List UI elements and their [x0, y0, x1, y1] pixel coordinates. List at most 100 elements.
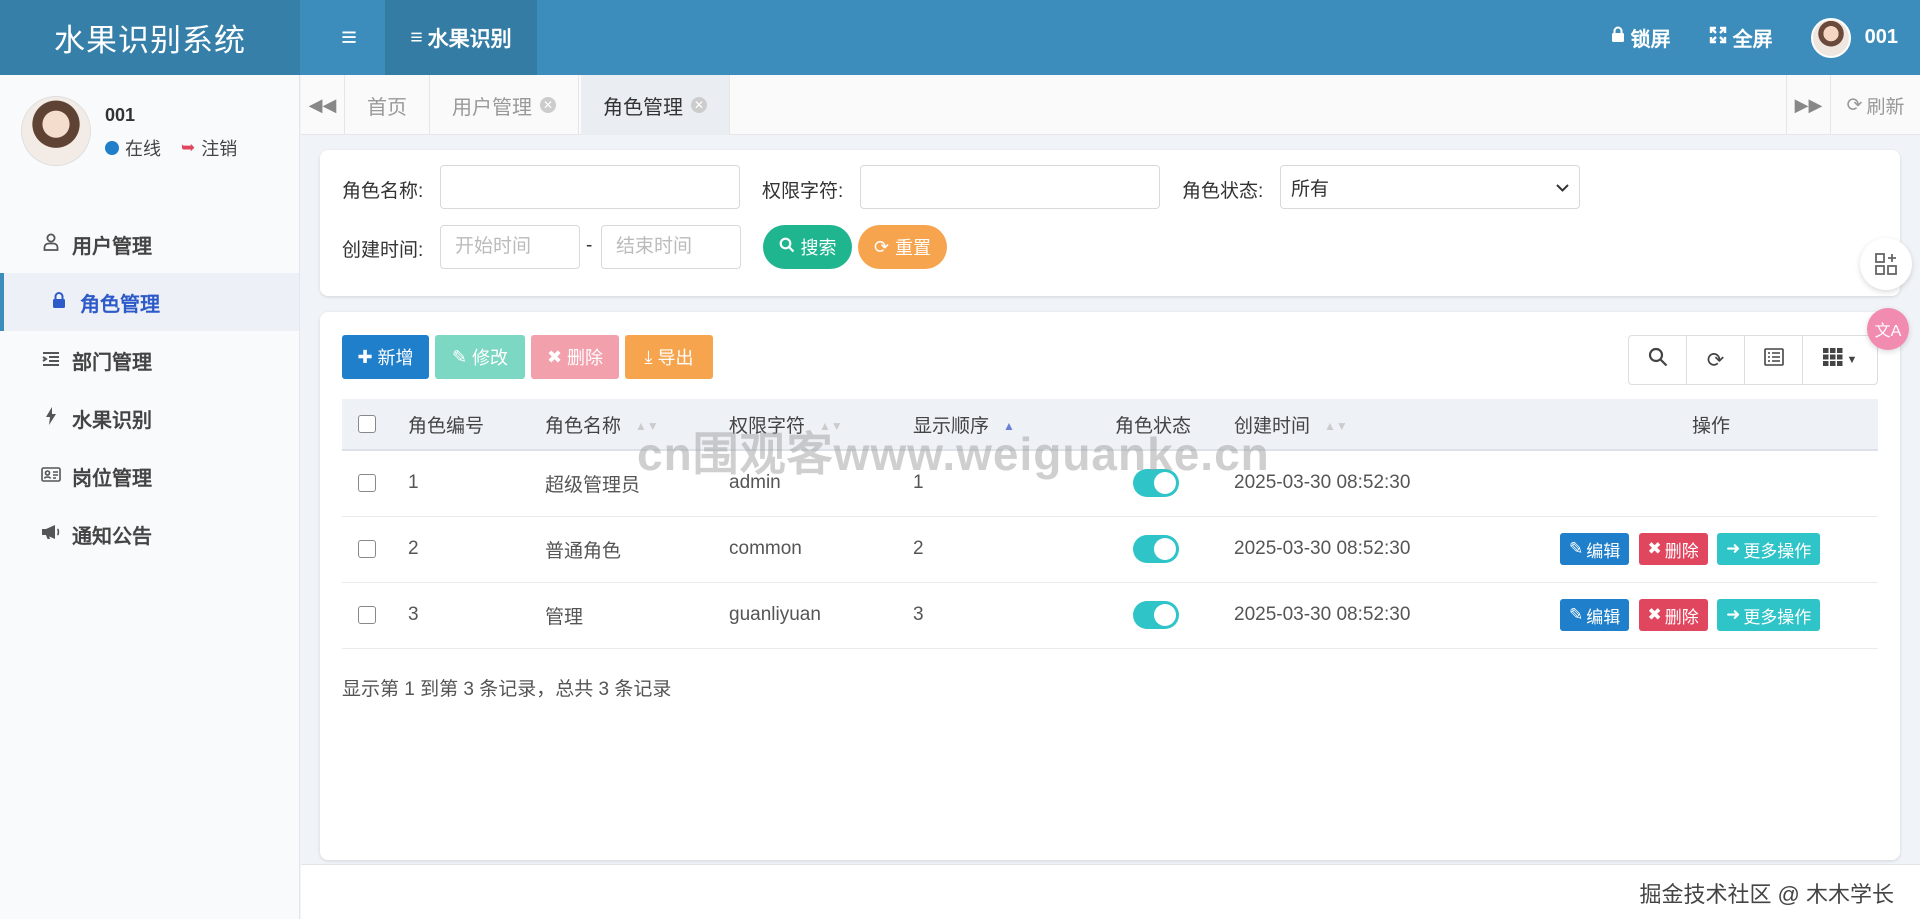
- select-all-checkbox[interactable]: [358, 414, 376, 433]
- col-label: 创建时间: [1234, 415, 1311, 437]
- row-select-cell: [342, 450, 408, 517]
- row-checkbox[interactable]: [358, 539, 376, 558]
- cell-actions: [1544, 450, 1878, 517]
- col-order[interactable]: 显示顺序 ▲: [913, 399, 1115, 451]
- end-time-input[interactable]: [601, 225, 741, 269]
- topnav-fruit-recognition[interactable]: ≡ 水果识别: [385, 0, 537, 75]
- lock-screen-button[interactable]: 锁屏: [1611, 23, 1671, 52]
- menu-toggle-icon[interactable]: ≡: [318, 0, 380, 75]
- sidebar-user-name: 001: [105, 105, 136, 125]
- bolt-icon: [40, 406, 62, 430]
- row-checkbox[interactable]: [358, 474, 376, 493]
- user-menu[interactable]: 001: [1810, 17, 1898, 58]
- start-time-input[interactable]: [440, 225, 580, 269]
- sidebar-item-fruit[interactable]: 水果识别: [0, 389, 299, 447]
- toggle-view-button[interactable]: [1745, 336, 1803, 384]
- tab-scroll-left-icon[interactable]: ◀◀: [301, 75, 345, 135]
- table-tools: ⟳ ▼: [1628, 335, 1878, 385]
- row-more-button[interactable]: ➜ 更多操作: [1717, 533, 1821, 565]
- cell-role-id: 2: [408, 516, 545, 583]
- tab-scroll-right-icon[interactable]: ▶▶: [1786, 75, 1830, 135]
- sidebar-item-label: 用户管理: [72, 235, 152, 258]
- online-dot-icon: [105, 141, 119, 155]
- top-header: 水果识别系统 ≡ ≡ 水果识别 锁屏 全屏 001: [0, 0, 1920, 75]
- sidebar-item-label: 部门管理: [72, 351, 152, 374]
- table-header-row: 角色编号 角色名称 ▲▼ 权限字符 ▲▼ 显示顺序 ▲ 角色状态 创建时间 ▲▼ 操作: [342, 399, 1878, 451]
- search-button[interactable]: 搜索: [763, 225, 852, 269]
- col-status[interactable]: 角色状态: [1115, 399, 1234, 451]
- select-all-cell: [342, 399, 408, 451]
- lock-icon: [1611, 26, 1625, 49]
- search-toggle-button[interactable]: [1629, 336, 1687, 384]
- row-more-label: 更多操作: [1743, 607, 1812, 627]
- status-toggle[interactable]: [1133, 469, 1179, 498]
- list-alt-icon: [1763, 348, 1784, 372]
- plus-icon: ✚: [357, 346, 373, 367]
- fullscreen-button[interactable]: 全屏: [1709, 23, 1773, 52]
- roles-table: 角色编号 角色名称 ▲▼ 权限字符 ▲▼ 显示顺序 ▲ 角色状态 创建时间 ▲▼ 操作 …: [342, 399, 1878, 649]
- cell-status: [1115, 516, 1234, 583]
- role-name-input[interactable]: [440, 165, 740, 209]
- logout-icon[interactable]: ➥: [181, 138, 195, 158]
- delete-button[interactable]: ✖ 删除: [531, 335, 619, 379]
- status-select[interactable]: 所有: [1280, 165, 1580, 209]
- sidebar-item-posts[interactable]: 岗位管理: [0, 447, 299, 505]
- header-actions: 锁屏 全屏 001: [1611, 0, 1920, 75]
- sidebar-item-departments[interactable]: 部门管理: [0, 331, 299, 389]
- col-role-id[interactable]: 角色编号: [408, 399, 545, 451]
- sidebar-item-notices[interactable]: 通知公告: [0, 505, 299, 563]
- cell-role-name: 超级管理员: [545, 450, 729, 517]
- download-icon: ⤓: [644, 346, 653, 367]
- megaphone-icon: [40, 524, 62, 545]
- footer: 掘金技术社区 @ 木木学长: [301, 864, 1920, 919]
- sidebar-item-roles[interactable]: 角色管理: [0, 273, 299, 331]
- refresh-table-button[interactable]: ⟳: [1687, 336, 1745, 384]
- footer-credit: 掘金技术社区 @ 木木学长: [1639, 882, 1894, 907]
- row-more-button[interactable]: ➜ 更多操作: [1717, 599, 1821, 631]
- export-button[interactable]: ⤓ 导出: [625, 335, 713, 379]
- reset-button[interactable]: ⟳ 重置: [858, 225, 947, 269]
- sidebar-item-label: 通知公告: [72, 525, 152, 548]
- tab-home[interactable]: 首页: [345, 75, 430, 135]
- sidebar-item-users[interactable]: 用户管理: [0, 215, 299, 273]
- table-row: 1 超级管理员 admin 1 2025-03-30 08:52:30: [342, 450, 1878, 517]
- col-role-name[interactable]: 角色名称 ▲▼: [545, 399, 729, 451]
- table-row: 2 普通角色 common 2 2025-03-30 08:52:30 ✎ 编辑 …: [342, 516, 1878, 583]
- tab-users[interactable]: 用户管理 ✕: [430, 75, 579, 135]
- translate-widget-icon[interactable]: 文A: [1867, 308, 1909, 350]
- tab-roles[interactable]: 角色管理 ✕: [581, 75, 730, 135]
- cell-actions: ✎ 编辑 ✖ 删除 ➜ 更多操作: [1544, 582, 1878, 649]
- col-created[interactable]: 创建时间 ▲▼: [1234, 399, 1544, 451]
- list-indent-icon: [40, 350, 62, 371]
- row-checkbox[interactable]: [358, 605, 376, 624]
- row-edit-button[interactable]: ✎ 编辑: [1560, 599, 1630, 631]
- row-edit-button[interactable]: ✎ 编辑: [1560, 533, 1630, 565]
- close-icon[interactable]: ✕: [540, 97, 556, 113]
- logout-link[interactable]: 注销: [201, 135, 237, 161]
- cell-created: 2025-03-30 08:52:30: [1234, 582, 1544, 649]
- table-panel: ✚ 新增 ✎ 修改 ✖ 删除 ⤓ 导出 ⟳ ▼ 角色编号 角色名称 ▲▼ 权限字…: [320, 312, 1900, 860]
- status-toggle[interactable]: [1133, 535, 1179, 563]
- edit-icon: ✎: [1569, 605, 1584, 624]
- col-perm-key[interactable]: 权限字符 ▲▼: [729, 399, 913, 451]
- table-row: 3 管理 guanliyuan 3 2025-03-30 08:52:30 ✎ 编…: [342, 582, 1878, 649]
- row-delete-button[interactable]: ✖ 删除: [1638, 599, 1708, 631]
- list-icon: ≡: [410, 25, 423, 49]
- export-label: 导出: [657, 348, 694, 368]
- row-edit-label: 编辑: [1586, 607, 1621, 627]
- lock-label: 锁屏: [1630, 29, 1671, 51]
- row-delete-button[interactable]: ✖ 删除: [1638, 533, 1708, 565]
- add-button[interactable]: ✚ 新增: [342, 335, 429, 379]
- perm-input[interactable]: [860, 165, 1160, 209]
- sort-icon: ▲▼: [1324, 419, 1348, 434]
- columns-button[interactable]: ▼: [1803, 336, 1877, 384]
- close-icon[interactable]: ✕: [691, 97, 707, 113]
- row-edit-label: 编辑: [1586, 541, 1621, 561]
- status-toggle[interactable]: [1133, 601, 1179, 629]
- refresh-button[interactable]: ⟳ 刷新: [1830, 75, 1920, 135]
- apps-widget-icon[interactable]: [1860, 238, 1912, 290]
- edit-button[interactable]: ✎ 修改: [435, 335, 525, 379]
- tab-bar: ◀◀ 首页 用户管理 ✕ 角色管理 ✕ ▶▶ ⟳ 刷新: [301, 75, 1920, 135]
- refresh-icon: ⟳: [873, 236, 890, 257]
- role-name-label: 角色名称:: [342, 181, 424, 202]
